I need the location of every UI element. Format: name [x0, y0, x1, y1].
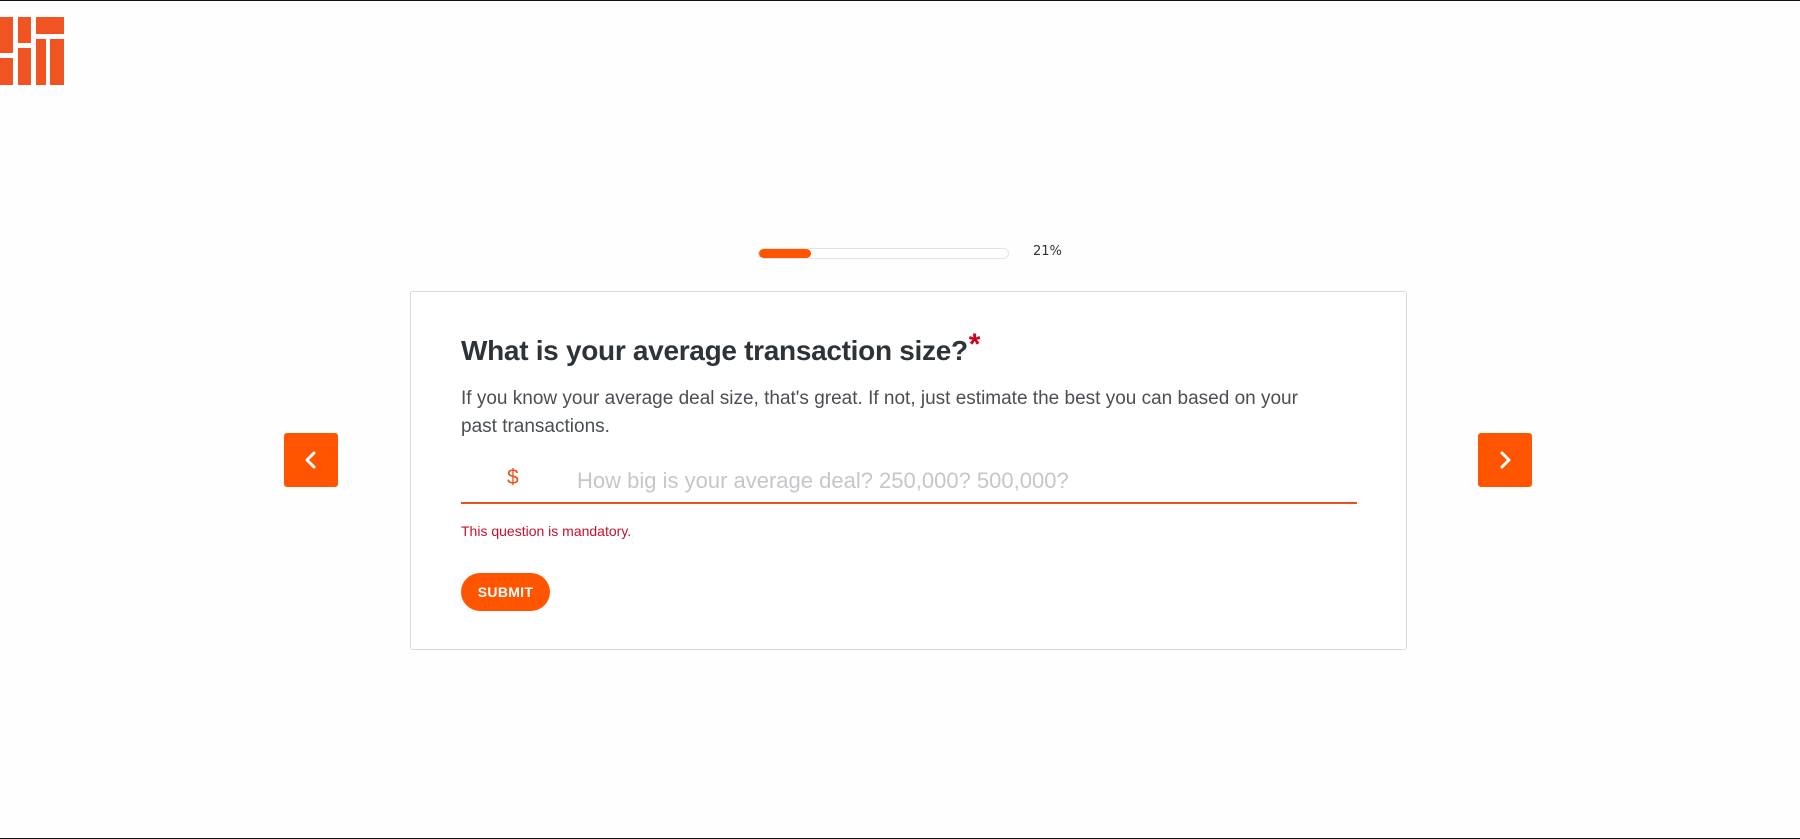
- currency-symbol: $: [507, 466, 519, 489]
- question-title: What is your average transaction size?*: [461, 328, 980, 368]
- chevron-left-icon: [305, 451, 316, 469]
- progress-bar-fill: [759, 249, 812, 258]
- question-card: What is your average transaction size?* …: [410, 291, 1407, 650]
- progress-bar: [758, 248, 1009, 259]
- chevron-right-icon: [1500, 451, 1511, 469]
- amount-field: $: [461, 462, 1357, 504]
- question-title-text: What is your average transaction size?: [461, 335, 968, 366]
- question-help-text: If you know your average deal size, that…: [461, 388, 1298, 437]
- progress-percent-label: 21%: [1033, 244, 1062, 259]
- survey-page: 21% What is your average transaction siz…: [0, 0, 1800, 839]
- average-deal-input[interactable]: [577, 464, 1337, 498]
- submit-button[interactable]: SUBMIT: [461, 573, 550, 611]
- previous-question-button[interactable]: [284, 433, 338, 487]
- next-question-button[interactable]: [1478, 433, 1532, 487]
- mandatory-error-message: This question is mandatory.: [461, 523, 632, 539]
- brick-logo-icon: [0, 17, 66, 87]
- required-marker: *: [968, 328, 981, 361]
